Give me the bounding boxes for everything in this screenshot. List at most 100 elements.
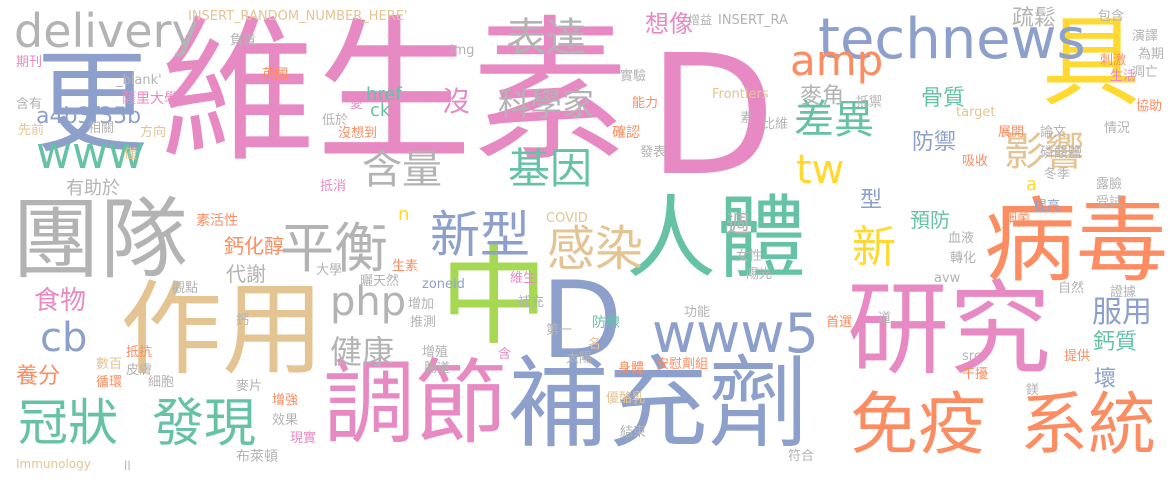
word-cloud: 維生素 D 補充劑 研究 作用 調節 更 團隊 病毒 中 D 人體 免疫 系統 …: [0, 0, 1175, 482]
word-target: target: [956, 105, 996, 120]
word-corona: 冠狀: [18, 394, 118, 452]
word-brighton: 布萊頓: [236, 449, 278, 465]
word-responsible: 負責: [230, 33, 257, 48]
word-sun: 太陽: [566, 351, 593, 366]
word-sunlight: 陽光: [746, 267, 773, 282]
word-gene: 基因: [508, 144, 593, 193]
word-university: 大學: [316, 263, 343, 278]
word-tw: tw: [796, 147, 845, 193]
word-cb: cb: [40, 315, 88, 361]
word-nutrient: 養分: [16, 364, 61, 389]
word-provide: 提供: [1064, 349, 1091, 364]
word-interfere: 干擾: [962, 367, 989, 382]
word-first-choice: 首選: [826, 315, 853, 330]
word-show-face: 露臉: [1096, 177, 1123, 192]
word-covid: COVID: [546, 211, 588, 226]
word-calcium-short: 鈣: [236, 313, 250, 328]
word-blood: 血液: [948, 231, 975, 246]
word-ck: ck: [370, 100, 391, 121]
word-d-large: D: [648, 20, 776, 213]
word-subjects: 受試: [1096, 195, 1123, 210]
word-first: 第一: [546, 323, 573, 338]
word-situation: 情況: [1104, 121, 1131, 136]
word-body: 身體: [618, 361, 645, 376]
word-team: 團隊: [12, 188, 189, 291]
word-frontiers: Frontiers: [712, 87, 769, 102]
word-type: 型: [860, 188, 883, 213]
word-love: 愛: [350, 97, 364, 112]
word-placebo: 安慰劑組: [656, 357, 709, 372]
word-su: 素: [740, 111, 754, 126]
word-female: 女性: [736, 249, 763, 264]
word-take: 服用: [1092, 295, 1152, 330]
word-reality: 現實: [290, 431, 317, 446]
word-human-body: 人體: [626, 186, 806, 291]
word-gain: 增益: [688, 13, 713, 27]
word-circulation: 循環: [96, 375, 123, 390]
word-insert-ra: INSERT_RA: [718, 13, 788, 28]
word-only: 僅: [124, 147, 138, 162]
word-health: 健康: [330, 333, 395, 371]
word-unexpected: 沒想到: [338, 126, 378, 141]
word-assist: 協助: [1136, 99, 1163, 114]
word-unfold: 展開: [998, 125, 1025, 140]
word-magnesium: 鎂: [1026, 383, 1040, 398]
word-virus: 病毒: [984, 188, 1169, 295]
word-comply: 符合: [788, 449, 815, 464]
word-bacteria: 細菌: [1004, 211, 1031, 226]
word-raise: 提高: [1034, 199, 1061, 214]
word-ll: ll: [124, 459, 131, 473]
word-surrey: 薩里大學: [122, 91, 178, 107]
word-resist-2: 抵抗: [126, 345, 153, 360]
word-biwei: 比維: [762, 117, 789, 132]
word-www5: www5: [652, 302, 819, 365]
word-yogurt: 優酪乳: [606, 391, 646, 406]
word-increase: 增加: [408, 297, 435, 312]
word-speculate: 推測: [410, 315, 437, 330]
word-n: n: [398, 204, 410, 225]
word-bad: 壞: [1094, 367, 1117, 392]
word-express: 表達: [506, 15, 586, 61]
word-immune: 免疫: [850, 386, 987, 465]
word-vitamin-short: 維生: [510, 271, 537, 286]
word-system: 系統: [1020, 386, 1157, 465]
word-ergot: 麥角: [800, 84, 845, 109]
word-name: 名: [588, 337, 602, 352]
word-calcium: 鈣質: [1093, 330, 1138, 355]
word-immunology: Immunology: [16, 457, 91, 471]
word-new-type: 新型: [430, 206, 530, 264]
word-proliferate: 增殖: [422, 345, 449, 360]
word-content: 含量: [362, 147, 442, 193]
word-natural-sun: 曬天然: [360, 274, 400, 289]
word-uk: 英國: [262, 67, 289, 82]
word-regulate: 調節: [323, 350, 508, 457]
word-porosis: 疏鬆: [1012, 6, 1057, 31]
word-transform: 轉化: [950, 251, 977, 266]
word-a: a: [1026, 174, 1038, 195]
word-natural: 自然: [1058, 281, 1085, 296]
word-oats: 麥片: [236, 379, 263, 394]
word-metabolism: 代謝: [226, 262, 266, 286]
word-avw: avw: [934, 271, 961, 286]
word-hundreds: 數百: [96, 357, 123, 372]
word-food: 食物: [34, 286, 87, 316]
word-blank: _blank': [116, 73, 162, 88]
word-activity: 素活性: [196, 213, 238, 229]
word-new: 新: [852, 222, 896, 273]
word-cells: 細胞: [148, 375, 175, 390]
word-insert-random: INSERT_RANDOM_NUMBER_HERE': [188, 9, 408, 24]
word-related: 相關: [88, 121, 115, 136]
word-delivery: delivery: [14, 4, 199, 58]
word-prevent: 預防: [910, 208, 950, 232]
word-publish: 發表: [640, 145, 667, 160]
word-duration: 為期: [1138, 47, 1165, 62]
word-week: 週: [726, 210, 750, 238]
word-previous: 先前: [18, 123, 45, 138]
word-direction: 方向: [140, 125, 167, 140]
word-dao: 道: [878, 311, 892, 326]
word-intestine: 腸道: [424, 361, 451, 376]
word-src: src: [962, 349, 981, 364]
word-paper: 論文: [1040, 125, 1067, 140]
word-include: 包含: [1098, 9, 1125, 24]
word-winter: 冬季: [1044, 167, 1071, 182]
